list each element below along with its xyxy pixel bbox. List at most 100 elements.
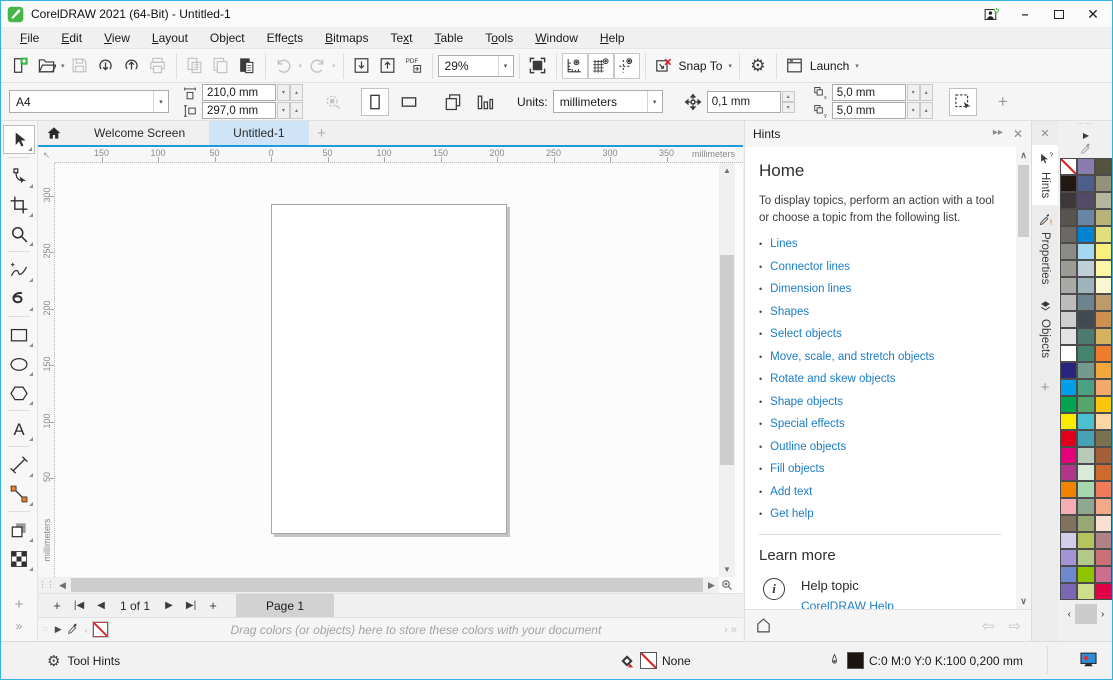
color-swatch[interactable]: [1077, 158, 1095, 175]
page-height-spinner[interactable]: ▾▴: [277, 102, 303, 119]
connector-tool-icon[interactable]: [3, 479, 35, 508]
docker-scroll-up-icon[interactable]: ∧: [1016, 147, 1031, 163]
hints-link-fill-objects[interactable]: Fill objects: [770, 463, 824, 475]
palette-flyout-icon[interactable]: ▶: [55, 624, 62, 635]
nudge-spinner[interactable]: ▴▾: [782, 91, 795, 113]
duplicate-x-spinner[interactable]: ▾▴: [907, 84, 933, 101]
vertical-ruler[interactable]: 30025020015010050millimeters: [38, 163, 55, 577]
menu-tools[interactable]: Tools: [474, 29, 524, 47]
palette-page-right-icon[interactable]: ›: [1099, 607, 1106, 622]
docker-tab-properties[interactable]: !Properties: [1032, 205, 1059, 291]
color-swatch[interactable]: [1095, 328, 1113, 345]
back-icon[interactable]: ⇦: [982, 617, 995, 635]
open-dropdown-icon[interactable]: ▾: [61, 62, 65, 70]
color-swatch[interactable]: [1060, 515, 1078, 532]
scroll-up-icon[interactable]: ▲: [719, 163, 735, 178]
crop-tool-icon[interactable]: [3, 190, 35, 219]
color-swatch[interactable]: [1060, 226, 1078, 243]
color-swatch[interactable]: [1060, 345, 1078, 362]
statusbar-gear-icon[interactable]: ⚙: [47, 652, 60, 670]
menu-bitmaps[interactable]: Bitmaps: [314, 29, 379, 47]
color-swatch[interactable]: [1095, 158, 1113, 175]
print-icon[interactable]: [145, 53, 171, 79]
page-width-spinner[interactable]: ▾▴: [277, 84, 303, 101]
scroll-left-icon[interactable]: ◀: [55, 577, 70, 593]
hints-link-move-scale-and-stretch-objects[interactable]: Move, scale, and stretch objects: [770, 351, 934, 363]
page-width-field[interactable]: 210,0 mm: [202, 84, 276, 101]
all-pages-button[interactable]: [439, 88, 467, 116]
add-page-button[interactable]: +: [46, 598, 68, 613]
document-tab-welcome-screen[interactable]: Welcome Screen: [70, 121, 209, 145]
rectangle-tool-icon[interactable]: [3, 320, 35, 349]
color-swatch[interactable]: [1077, 209, 1095, 226]
customize-plus-button[interactable]: +: [991, 92, 1015, 112]
save-icon[interactable]: [67, 53, 93, 79]
color-swatch[interactable]: [1095, 379, 1113, 396]
snap-to-dropdown-icon[interactable]: ▾: [728, 62, 732, 70]
color-swatch[interactable]: [1077, 277, 1095, 294]
color-swatch[interactable]: [1060, 481, 1078, 498]
pick-tool-icon[interactable]: [3, 125, 35, 154]
color-swatch[interactable]: [1060, 549, 1078, 566]
export-icon[interactable]: [375, 53, 401, 79]
minimize-button[interactable]: –: [1008, 2, 1042, 26]
drop-shadow-tool-icon[interactable]: [3, 515, 35, 544]
next-page-icon[interactable]: ▶: [158, 600, 180, 611]
page-a4[interactable]: [271, 204, 507, 534]
color-swatch[interactable]: [1095, 515, 1113, 532]
text-tool-icon[interactable]: A: [3, 414, 35, 443]
outline-color-swatch[interactable]: [847, 652, 864, 669]
color-swatch[interactable]: [1060, 583, 1078, 600]
color-swatch[interactable]: [1077, 328, 1095, 345]
portrait-orientation-button[interactable]: [361, 88, 389, 116]
menu-layout[interactable]: Layout: [141, 29, 199, 47]
scale-factor-icon[interactable]: [319, 88, 347, 116]
paste-icon[interactable]: [234, 53, 260, 79]
color-swatch[interactable]: [1095, 447, 1113, 464]
color-swatch[interactable]: [1077, 294, 1095, 311]
color-swatch[interactable]: [1077, 464, 1095, 481]
color-swatch[interactable]: [1060, 464, 1078, 481]
palette-overflow-icons[interactable]: › »: [724, 624, 743, 636]
menu-view[interactable]: View: [93, 29, 141, 47]
color-swatch[interactable]: [1060, 413, 1078, 430]
docker-collapse-icon[interactable]: ▸▸: [993, 127, 1003, 141]
color-swatch[interactable]: [1095, 532, 1113, 549]
color-swatch[interactable]: [1077, 515, 1095, 532]
color-swatch[interactable]: [1060, 175, 1078, 192]
horizontal-ruler[interactable]: 15010050050100150200250300350millimeters: [55, 147, 743, 163]
color-swatch[interactable]: [1077, 311, 1095, 328]
menu-file[interactable]: File: [9, 29, 50, 47]
color-swatch[interactable]: [1060, 294, 1078, 311]
page-size-dropdown-icon[interactable]: ▾: [153, 91, 168, 112]
color-swatch[interactable]: [1095, 464, 1113, 481]
launch-dropdown-icon[interactable]: ▾: [855, 62, 859, 70]
color-swatch[interactable]: [1060, 277, 1078, 294]
color-swatch[interactable]: [1060, 311, 1078, 328]
coreldraw-help-link[interactable]: CorelDRAW Help: [801, 599, 894, 609]
color-swatch[interactable]: [1095, 396, 1113, 413]
nudge-distance-field[interactable]: 0,1 mm: [707, 91, 781, 113]
duplicate-y-spinner[interactable]: ▾▴: [907, 102, 933, 119]
docker-tab-hints[interactable]: ?Hints: [1032, 145, 1059, 205]
color-swatch[interactable]: [1060, 566, 1078, 583]
color-swatch[interactable]: [1077, 175, 1095, 192]
page-size-combo[interactable]: A4 ▾: [9, 90, 169, 113]
snap-to-label[interactable]: Snap To: [679, 59, 723, 73]
color-palette-flyout-icon[interactable]: ▶: [1083, 129, 1089, 142]
color-swatch[interactable]: [1095, 566, 1113, 583]
horizontal-scroll-thumb[interactable]: [71, 578, 703, 592]
fullscreen-preview-icon[interactable]: [525, 53, 551, 79]
page-height-field[interactable]: 297,0 mm: [202, 102, 276, 119]
previous-page-icon[interactable]: ◀: [90, 600, 112, 611]
menu-effects[interactable]: Effects: [256, 29, 314, 47]
redo-dropdown-icon[interactable]: ▾: [332, 62, 336, 70]
open-document-icon[interactable]: [33, 53, 59, 79]
show-grid-icon[interactable]: [588, 53, 614, 79]
menu-table[interactable]: Table: [424, 29, 475, 47]
cloud-download-icon[interactable]: [93, 53, 119, 79]
duplicate-x-field[interactable]: 5,0 mm: [832, 84, 906, 101]
color-swatch[interactable]: [1095, 413, 1113, 430]
units-dropdown-icon[interactable]: ▾: [647, 91, 662, 112]
display-color-settings-icon[interactable]: [1079, 650, 1098, 672]
